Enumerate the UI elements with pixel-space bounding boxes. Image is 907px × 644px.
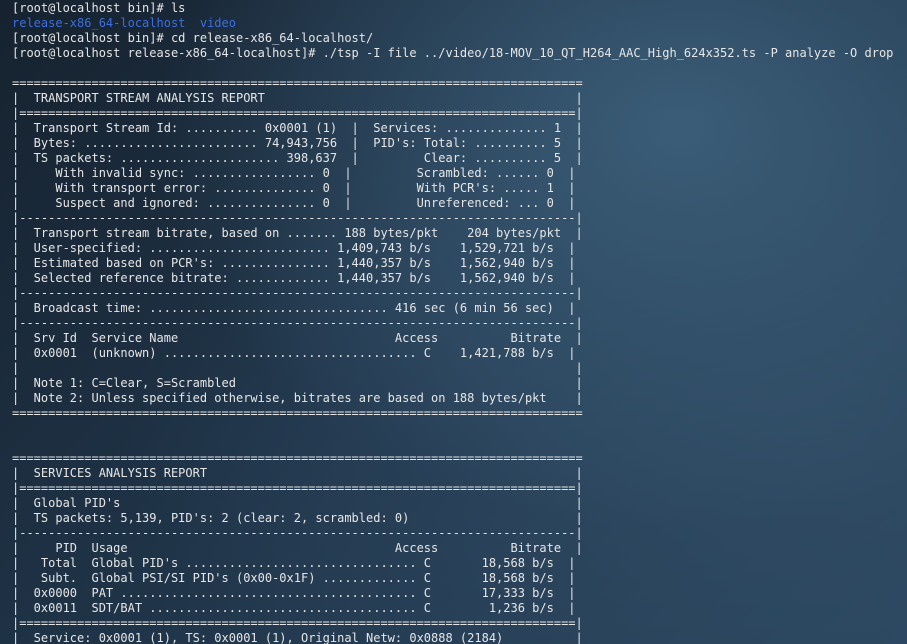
terminal-output: [root@localhost bin]# ls release-x86_64-l… <box>12 1 907 644</box>
terminal-line: [root@localhost bin]# cd release-x86_64-… <box>12 31 374 45</box>
terminal-line: |=======================================… <box>12 616 583 630</box>
terminal-line: release-x86_64-localhost video <box>12 16 236 30</box>
terminal-line: | Transport stream bitrate, based on ...… <box>12 226 583 240</box>
terminal-line: | Srv Id Service Name Access Bitrate | <box>12 331 583 345</box>
terminal-line: | Global PID's | <box>12 496 583 510</box>
terminal-window[interactable]: [root@localhost bin]# ls release-x86_64-l… <box>0 0 907 644</box>
terminal-line: | 0x0001 (unknown) .....................… <box>12 346 576 360</box>
terminal-line: | Service: 0x0001 (1), TS: 0x0001 (1), O… <box>12 631 583 644</box>
terminal-line: | 0x0011 SDT/BAT .......................… <box>12 601 576 615</box>
terminal-line: | Bytes: ........................ 74,943… <box>12 136 583 150</box>
terminal-line: [root@localhost bin]# ls <box>12 1 186 15</box>
terminal-line: ========================================… <box>12 76 583 90</box>
terminal-line: | Suspect and ignored: ............... 0… <box>12 196 576 210</box>
terminal-line: | 0x0000 PAT ...........................… <box>12 586 576 600</box>
terminal-line: [root@localhost release-x86_64-localhost… <box>12 46 894 60</box>
terminal-line: |---------------------------------------… <box>12 211 583 225</box>
terminal-line: | TRANSPORT STREAM ANALYSIS REPORT | <box>12 91 583 105</box>
terminal-line: | TS packets: ...................... 398… <box>12 151 583 165</box>
terminal-line: | Transport Stream Id: .......... 0x0001… <box>12 121 583 135</box>
terminal-line: | User-specified: ......................… <box>12 241 576 255</box>
terminal-line: | TS packets: 5,139, PID's: 2 (clear: 2,… <box>12 511 583 525</box>
terminal-line: | SERVICES ANALYSIS REPORT | <box>12 466 583 480</box>
terminal-line: | | <box>12 361 583 375</box>
terminal-line: | Broadcast time: ......................… <box>12 301 576 315</box>
terminal-line: |---------------------------------------… <box>12 526 583 540</box>
terminal-line: |---------------------------------------… <box>12 316 583 330</box>
terminal-line: | Subt. Global PSI/SI PID's (0x00-0x1F) … <box>12 571 576 585</box>
terminal-line: | With transport error: .............. 0… <box>12 181 576 195</box>
terminal-line: ========================================… <box>12 451 583 465</box>
terminal-line: ========================================… <box>12 406 583 420</box>
terminal-line: | With invalid sync: ................. 0… <box>12 166 576 180</box>
terminal-line: | Note 1: C=Clear, S=Scrambled | <box>12 376 583 390</box>
terminal-line: | Note 2: Unless specified otherwise, bi… <box>12 391 583 405</box>
terminal-line: | PID Usage Access Bitrate | <box>12 541 583 555</box>
terminal-line: |=======================================… <box>12 481 583 495</box>
terminal-line: |---------------------------------------… <box>12 286 583 300</box>
terminal-line: | Estimated based on PCR's: ............… <box>12 256 576 270</box>
terminal-line: | Selected reference bitrate: ..........… <box>12 271 576 285</box>
terminal-line: |=======================================… <box>12 106 583 120</box>
terminal-line: | Total Global PID's ...................… <box>12 556 576 570</box>
